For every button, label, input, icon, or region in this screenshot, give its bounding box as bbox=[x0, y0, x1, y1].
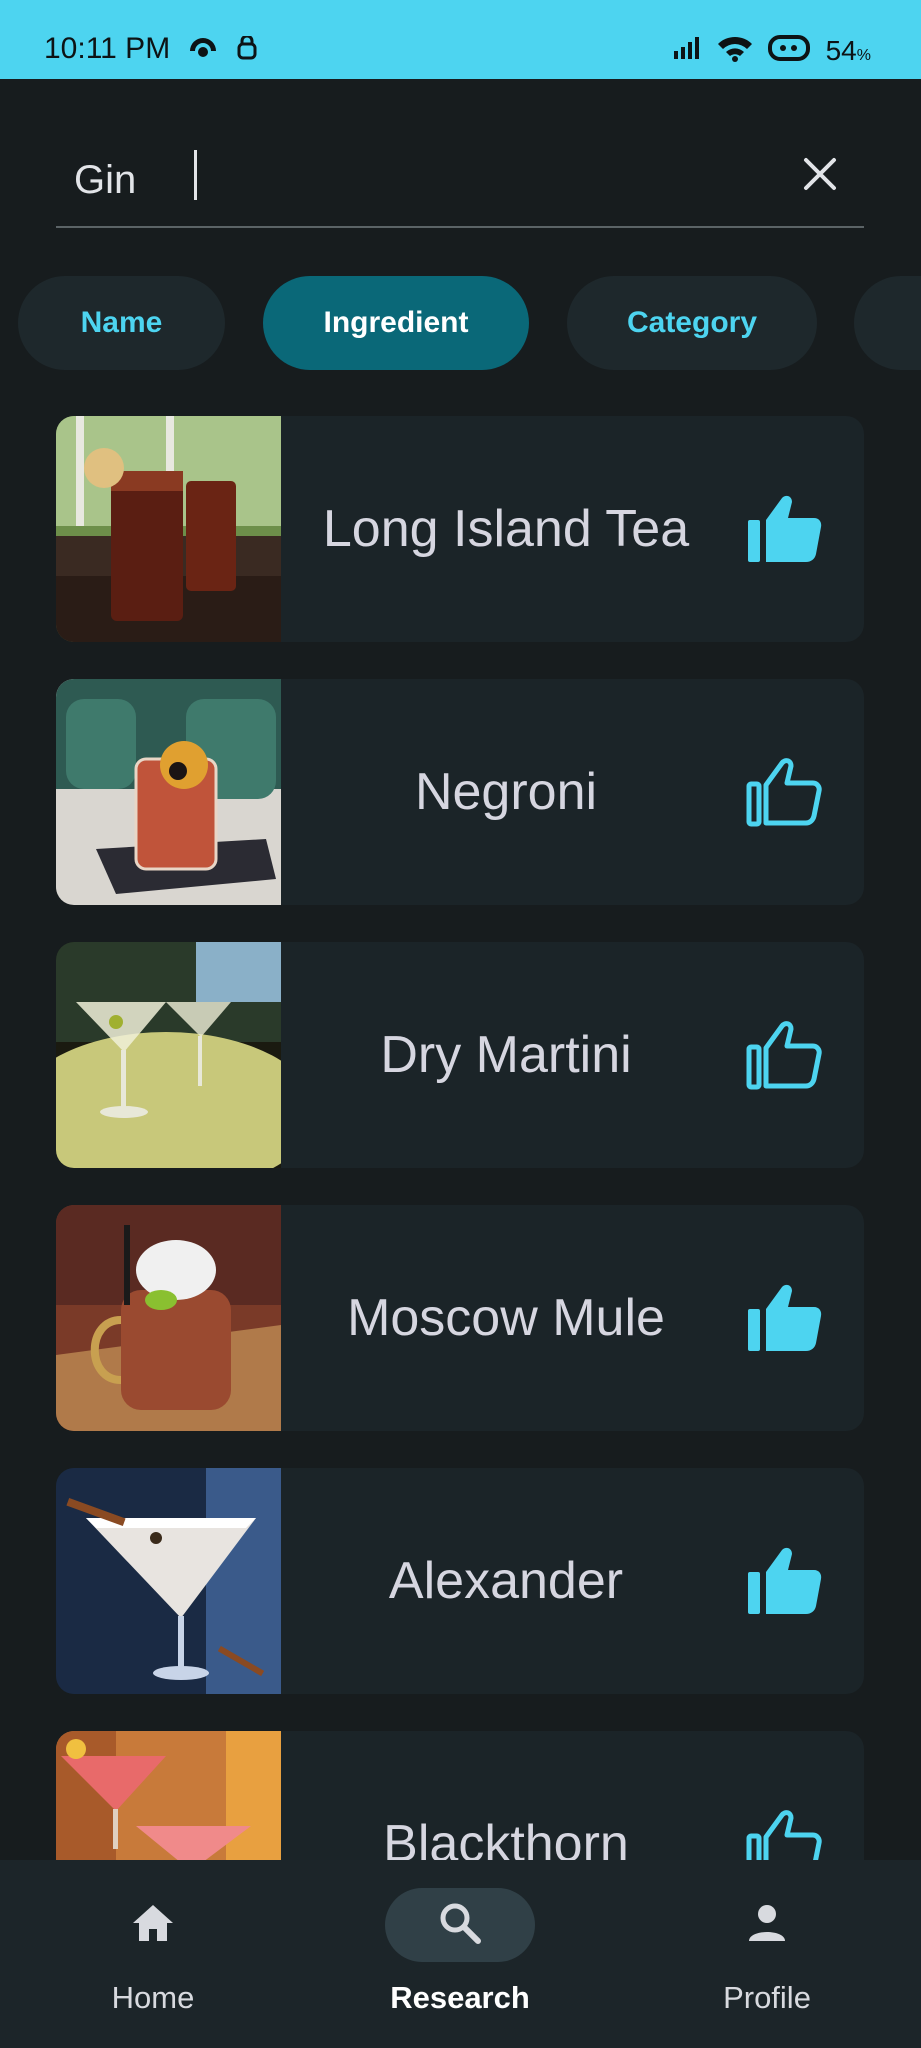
nav-research[interactable]: Research bbox=[350, 1860, 570, 2048]
clear-search-button[interactable] bbox=[796, 152, 844, 200]
cocktail-image bbox=[56, 1205, 281, 1431]
cocktail-name: Moscow Mule bbox=[347, 1289, 665, 1347]
chip-more[interactable] bbox=[854, 276, 921, 370]
like-button[interactable] bbox=[746, 494, 822, 564]
home-icon bbox=[131, 1903, 175, 1948]
like-button[interactable] bbox=[746, 1283, 822, 1353]
status-bar: 10:11 PM 54% bbox=[0, 0, 921, 79]
cocktail-card[interactable]: Moscow Mule bbox=[56, 1205, 864, 1431]
thumb-up-filled-icon bbox=[746, 495, 822, 568]
nav-profile[interactable]: Profile bbox=[657, 1860, 877, 2048]
cocktail-name: Long Island Tea bbox=[322, 500, 690, 558]
nav-profile-indicator bbox=[692, 1888, 842, 1962]
close-icon bbox=[802, 156, 838, 197]
signal-icon bbox=[672, 35, 702, 66]
status-time: 10:11 PM bbox=[44, 32, 171, 65]
cocktail-card[interactable]: Long Island Tea bbox=[56, 416, 864, 642]
cocktail-image bbox=[56, 1731, 281, 1860]
bottom-navigation: Home Research Profile bbox=[0, 1860, 921, 2048]
thumb-up-filled-icon bbox=[746, 1284, 822, 1357]
person-icon bbox=[747, 1903, 787, 1948]
chip-ingredient[interactable]: Ingredient bbox=[263, 276, 529, 370]
cocktail-image bbox=[56, 1468, 281, 1694]
chip-category[interactable]: Category bbox=[567, 276, 817, 370]
nav-research-label: Research bbox=[390, 1980, 530, 2015]
cocktail-name: Dry Martini bbox=[380, 1026, 632, 1084]
cocktail-card[interactable]: Negroni bbox=[56, 679, 864, 905]
nav-home[interactable]: Home bbox=[43, 1860, 263, 2048]
thumb-up-outline-icon bbox=[746, 1021, 822, 1094]
nav-research-indicator bbox=[385, 1888, 535, 1962]
cocktail-card[interactable]: Dry Martini bbox=[56, 942, 864, 1168]
nav-profile-label: Profile bbox=[723, 1980, 811, 2015]
like-button[interactable] bbox=[746, 757, 822, 827]
cocktail-name: Negroni bbox=[414, 763, 598, 821]
search-icon bbox=[438, 1901, 482, 1950]
battery-level: 54% bbox=[825, 34, 871, 66]
cocktail-image bbox=[56, 416, 281, 642]
cocktail-card[interactable]: Blackthorn bbox=[56, 1731, 864, 1860]
cocktail-name: Alexander bbox=[388, 1552, 624, 1610]
thumb-up-filled-icon bbox=[746, 1547, 822, 1620]
chip-label: Category bbox=[626, 306, 758, 339]
thumb-up-outline-icon bbox=[746, 758, 822, 831]
cocktail-name: Blackthorn bbox=[383, 1815, 629, 1860]
like-button[interactable] bbox=[746, 1020, 822, 1090]
battery-icon bbox=[767, 34, 812, 67]
search-bar bbox=[56, 140, 864, 228]
chip-label: Ingredient bbox=[323, 306, 469, 339]
hotspot-icon bbox=[186, 34, 220, 69]
cocktail-card[interactable]: Alexander bbox=[56, 1468, 864, 1694]
cocktail-list: Long Island Tea Negroni Dry Martini Mosc… bbox=[56, 416, 864, 1860]
nav-home-label: Home bbox=[111, 1980, 195, 2015]
filter-chips: Name Ingredient Category bbox=[0, 276, 921, 372]
chip-label: Name bbox=[80, 306, 163, 339]
text-caret bbox=[194, 150, 197, 200]
nav-home-indicator bbox=[78, 1888, 228, 1962]
like-button[interactable] bbox=[746, 1809, 822, 1860]
like-button[interactable] bbox=[746, 1546, 822, 1616]
chip-name[interactable]: Name bbox=[18, 276, 225, 370]
cocktail-image bbox=[56, 679, 281, 905]
wifi-icon bbox=[716, 34, 754, 67]
cocktail-image bbox=[56, 942, 281, 1168]
search-input[interactable] bbox=[74, 150, 774, 210]
vpn-icon bbox=[236, 34, 258, 67]
